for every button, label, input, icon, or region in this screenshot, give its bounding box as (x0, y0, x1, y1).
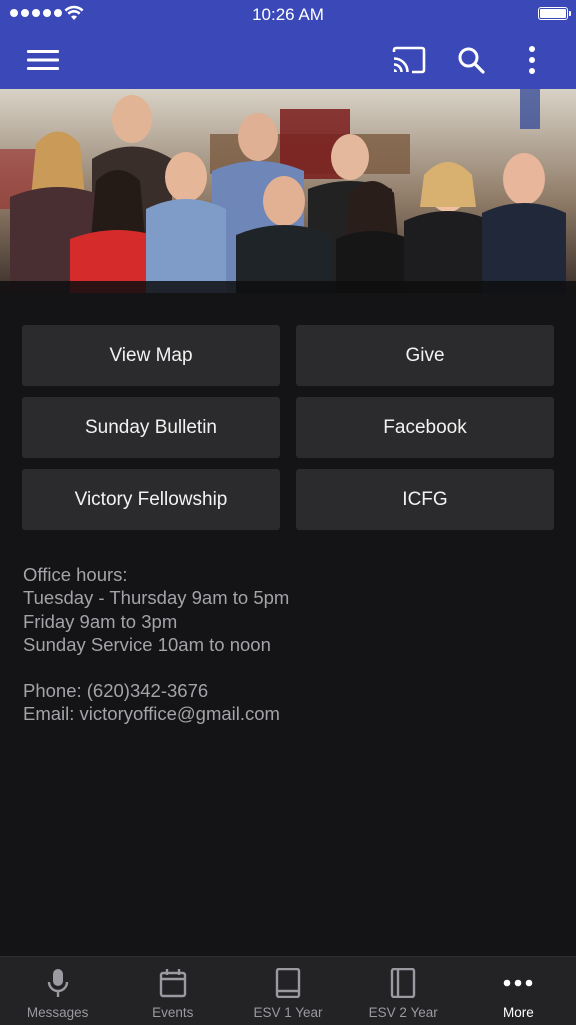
tab-events[interactable]: Events (115, 957, 230, 1025)
group-photo (0, 89, 576, 293)
tab-messages[interactable]: Messages (0, 957, 115, 1025)
tab-messages-label: Messages (26, 1005, 89, 1020)
sunday-service-time: Sunday Service 10am to noon (23, 633, 271, 655)
app-navbar (0, 30, 576, 89)
more-dots-icon (504, 979, 533, 987)
book-icon (275, 968, 301, 998)
status-time: 10:26 AM (252, 5, 324, 24)
tab-more-label: More (503, 1005, 534, 1020)
tab-esv-1-year-label: ESV 1 Year (253, 1005, 323, 1020)
cast-icon (392, 46, 426, 73)
victory-fellowship-button[interactable]: Victory Fellowship (22, 469, 280, 530)
view-map-button[interactable]: View Map (22, 325, 280, 386)
tab-esv-1-year[interactable]: ESV 1 Year (230, 957, 345, 1025)
tab-esv-2-year[interactable]: ESV 2 Year (346, 957, 461, 1025)
vertical-dots-icon (529, 45, 535, 74)
tab-more[interactable]: More (461, 957, 576, 1025)
hamburger-menu-icon (27, 49, 59, 70)
tab-events-label: Events (152, 1005, 194, 1020)
microphone-icon (47, 969, 68, 997)
icfg-button[interactable]: ICFG (296, 469, 554, 530)
office-hours-heading: Office hours: (23, 564, 128, 585)
give-button[interactable]: Give (296, 325, 554, 386)
battery-icon (538, 7, 571, 20)
hero-image (0, 89, 576, 293)
overflow-menu-button[interactable] (505, 30, 559, 89)
menu-button[interactable] (16, 30, 70, 89)
tab-esv-2-year-label: ESV 2 Year (368, 1005, 438, 1020)
facebook-button[interactable]: Facebook (296, 397, 554, 458)
search-icon (458, 47, 485, 74)
search-button[interactable] (444, 30, 498, 89)
office-hours-friday: Friday 9am to 3pm (23, 610, 178, 632)
calendar-icon (159, 969, 186, 998)
email-address: Email: victoryoffice@gmail.com (23, 703, 280, 725)
quick-links-grid: View Map Give Sunday Bulletin Facebook V… (22, 325, 554, 530)
office-hours-weekday: Tuesday - Thursday 9am to 5pm (23, 587, 290, 609)
cast-button[interactable] (382, 30, 436, 89)
book-open-icon (391, 968, 416, 998)
status-bar: 10:26 AM (0, 0, 576, 30)
church-info: Office hours: Tuesday - Thursday 9am to … (23, 563, 543, 726)
bottom-tab-bar: Messages Events ESV 1 Year ESV 2 Year Mo… (0, 956, 576, 1025)
sunday-bulletin-button[interactable]: Sunday Bulletin (22, 397, 280, 458)
phone-number: Phone: (620)342-3676 (23, 680, 209, 702)
